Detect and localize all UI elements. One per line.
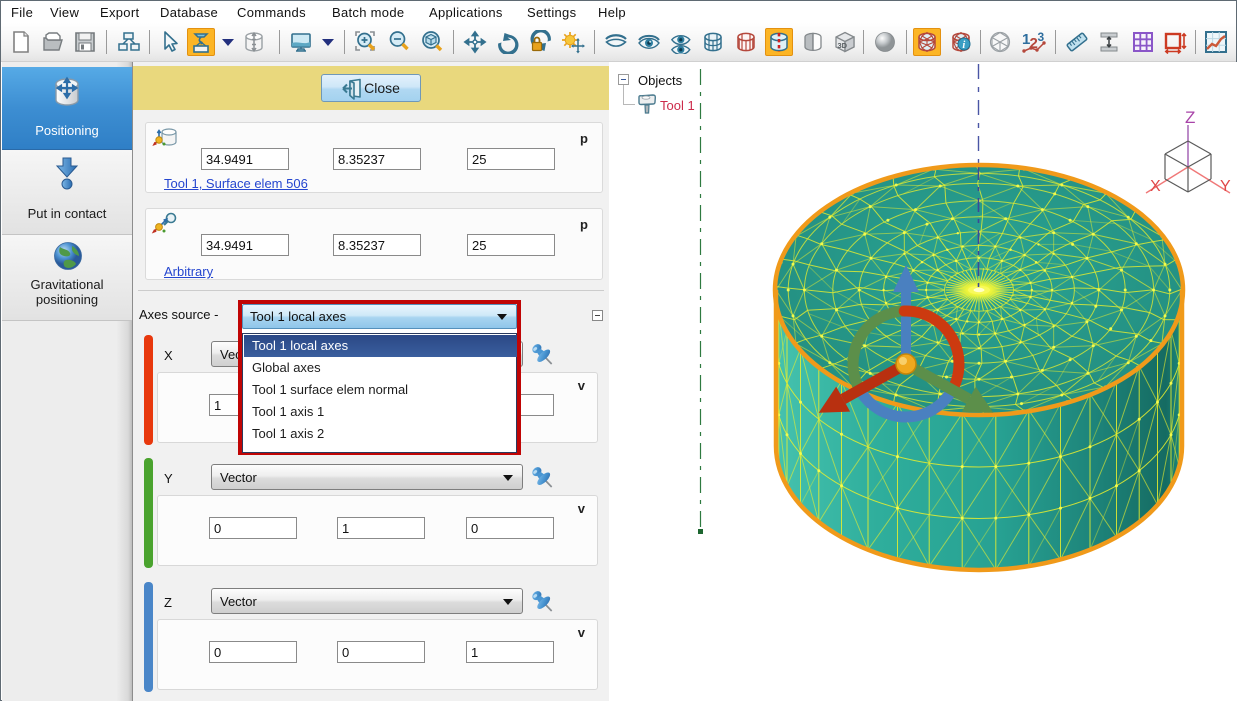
- svg-text:3D: 3D: [838, 41, 848, 50]
- svg-text:i: i: [962, 40, 965, 51]
